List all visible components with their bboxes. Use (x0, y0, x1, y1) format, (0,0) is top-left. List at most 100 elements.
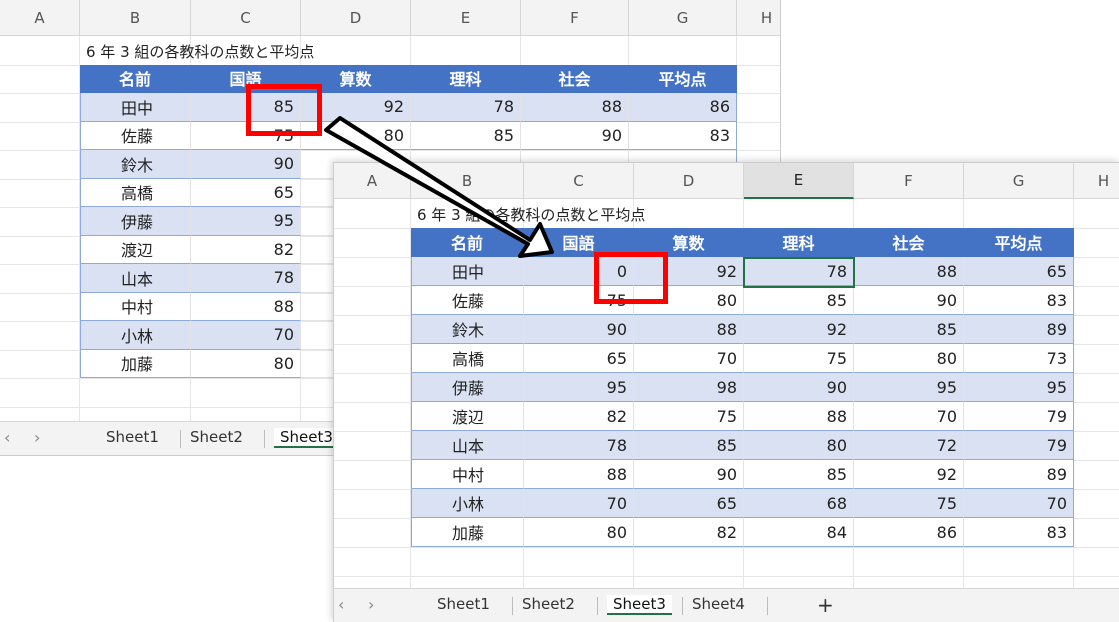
score-cell[interactable]: 90 (634, 460, 744, 489)
score-cell[interactable]: 86 (629, 93, 737, 122)
score-cell[interactable]: 73 (964, 344, 1074, 373)
score-cell[interactable]: 84 (744, 518, 854, 547)
score-cell[interactable]: 88 (744, 402, 854, 431)
score-cell[interactable]: 70 (634, 344, 744, 373)
score-cell[interactable]: 83 (964, 286, 1074, 315)
add-sheet-button[interactable]: + (817, 593, 834, 617)
score-cell[interactable]: 65 (191, 178, 301, 207)
score-cell[interactable]: 75 (634, 402, 744, 431)
scroll-right-icon[interactable]: › (34, 428, 40, 447)
student-name-cell[interactable]: 鈴木 (411, 315, 524, 344)
scroll-left-icon[interactable]: ‹ (4, 428, 10, 447)
student-name-cell[interactable]: 田中 (411, 257, 524, 286)
score-cell[interactable]: 95 (191, 207, 301, 236)
score-cell[interactable]: 90 (524, 315, 634, 344)
column-header-e[interactable]: E (744, 163, 854, 199)
score-cell[interactable]: 95 (524, 373, 634, 402)
score-cell[interactable]: 75 (854, 489, 964, 518)
score-cell[interactable]: 90 (191, 150, 301, 179)
score-cell[interactable]: 82 (191, 235, 301, 264)
student-name-cell[interactable]: 高橋 (80, 178, 191, 207)
score-cell[interactable]: 83 (629, 121, 737, 150)
column-header-e[interactable]: E (411, 0, 521, 36)
sheet-tab-sheet2[interactable]: Sheet2 (190, 428, 243, 446)
column-header-g[interactable]: G (964, 163, 1074, 199)
student-name-cell[interactable]: 加藤 (80, 349, 191, 378)
score-cell[interactable]: 85 (744, 286, 854, 315)
sheet-tab-sheet3[interactable]: Sheet3 (274, 428, 339, 448)
scroll-right-icon[interactable]: › (368, 595, 374, 614)
student-name-cell[interactable]: 山本 (80, 264, 191, 293)
student-name-cell[interactable]: 高橋 (411, 344, 524, 373)
column-header-h[interactable]: H (737, 0, 780, 36)
student-name-cell[interactable]: 中村 (411, 460, 524, 489)
score-cell[interactable]: 92 (744, 315, 854, 344)
score-cell[interactable]: 90 (744, 373, 854, 402)
score-cell[interactable]: 85 (411, 121, 521, 150)
sheet-title-cell[interactable]: 6 年 3 組の各教科の点数と平均点 (86, 38, 314, 67)
student-name-cell[interactable]: 山本 (411, 431, 524, 460)
sheet-tab-sheet2[interactable]: Sheet2 (522, 595, 575, 613)
column-header-g[interactable]: G (629, 0, 737, 36)
score-cell[interactable]: 79 (964, 402, 1074, 431)
table-header-cell[interactable]: 理科 (411, 64, 521, 93)
column-header-d[interactable]: D (634, 163, 744, 199)
column-header-a[interactable]: A (334, 163, 411, 199)
student-name-cell[interactable]: 鈴木 (80, 150, 191, 179)
sheet-title-cell[interactable]: 6 年 3 組の各教科の点数と平均点 (417, 201, 645, 230)
score-cell[interactable]: 80 (854, 344, 964, 373)
student-name-cell[interactable]: 田中 (80, 93, 191, 122)
score-cell[interactable]: 70 (524, 489, 634, 518)
student-name-cell[interactable]: 加藤 (411, 518, 524, 547)
student-name-cell[interactable]: 伊藤 (411, 373, 524, 402)
score-cell[interactable]: 86 (854, 518, 964, 547)
score-cell[interactable]: 79 (964, 431, 1074, 460)
score-cell[interactable]: 78 (191, 264, 301, 293)
score-cell[interactable]: 88 (634, 315, 744, 344)
score-cell[interactable]: 70 (854, 402, 964, 431)
score-cell[interactable]: 80 (744, 431, 854, 460)
sheet-tab-sheet1[interactable]: Sheet1 (106, 428, 159, 446)
score-cell[interactable]: 78 (411, 93, 521, 122)
scroll-left-icon[interactable]: ‹ (338, 595, 344, 614)
score-cell[interactable]: 72 (854, 431, 964, 460)
table-header-cell[interactable]: 平均点 (964, 228, 1074, 257)
score-cell[interactable]: 65 (524, 344, 634, 373)
score-cell[interactable]: 89 (964, 460, 1074, 489)
score-cell[interactable]: 82 (524, 402, 634, 431)
column-header-b[interactable]: B (411, 163, 524, 199)
column-header-f[interactable]: F (521, 0, 629, 36)
score-cell[interactable]: 80 (191, 349, 301, 378)
score-cell[interactable]: 88 (521, 93, 629, 122)
score-cell[interactable]: 95 (964, 373, 1074, 402)
table-header-cell[interactable]: 名前 (80, 64, 191, 93)
score-cell[interactable]: 65 (964, 257, 1074, 286)
column-header-c[interactable]: C (524, 163, 634, 199)
column-header-b[interactable]: B (80, 0, 191, 36)
score-cell[interactable]: 92 (854, 460, 964, 489)
student-name-cell[interactable]: 中村 (80, 292, 191, 321)
score-cell[interactable]: 89 (964, 315, 1074, 344)
sheet-tab-sheet1[interactable]: Sheet1 (437, 595, 490, 613)
score-cell[interactable]: 85 (854, 315, 964, 344)
student-name-cell[interactable]: 小林 (411, 489, 524, 518)
sheet-tab-sheet4[interactable]: Sheet4 (692, 595, 745, 613)
score-cell[interactable]: 85 (634, 431, 744, 460)
student-name-cell[interactable]: 佐藤 (80, 121, 191, 150)
student-name-cell[interactable]: 小林 (80, 321, 191, 350)
score-cell[interactable]: 88 (854, 257, 964, 286)
score-cell[interactable]: 65 (634, 489, 744, 518)
table-header-cell[interactable]: 名前 (411, 228, 524, 257)
student-name-cell[interactable]: 渡辺 (411, 402, 524, 431)
score-cell[interactable]: 88 (524, 460, 634, 489)
student-name-cell[interactable]: 伊藤 (80, 207, 191, 236)
score-cell[interactable]: 95 (854, 373, 964, 402)
table-header-cell[interactable]: 平均点 (629, 64, 737, 93)
score-cell[interactable]: 90 (854, 286, 964, 315)
column-header-c[interactable]: C (191, 0, 301, 36)
score-cell[interactable]: 80 (524, 518, 634, 547)
score-cell[interactable]: 75 (744, 344, 854, 373)
score-cell[interactable]: 90 (521, 121, 629, 150)
column-header-f[interactable]: F (854, 163, 964, 199)
score-cell[interactable]: 68 (744, 489, 854, 518)
